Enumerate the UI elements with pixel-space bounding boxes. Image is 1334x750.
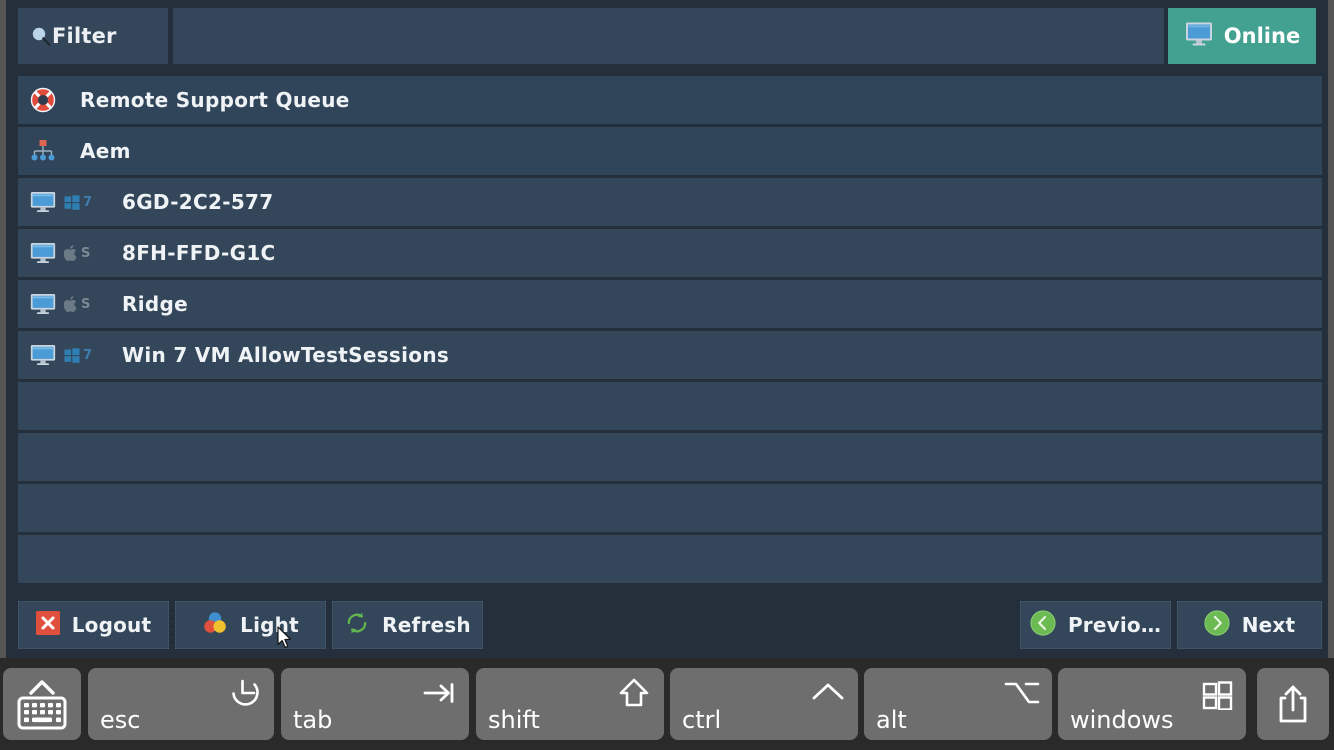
alt-key-label: alt [876,706,907,734]
monitor-icon [1184,21,1214,51]
os-version-label: S [81,296,91,312]
list-item-label: Ridge [122,292,188,316]
shift-key-label: shift [488,706,540,734]
list-item-empty[interactable] [18,484,1322,532]
tab-key[interactable]: tab [281,668,469,740]
refresh-button[interactable]: Refresh [332,601,483,649]
logout-button-label: Logout [71,613,152,637]
list-item-empty[interactable] [18,433,1322,481]
list-item-label: 6GD-2C2-577 [122,190,274,214]
online-status-button[interactable]: Online [1168,8,1316,64]
window-frame-right [1328,0,1334,658]
filter-button[interactable]: Filter [18,8,168,64]
next-page-button-label: Next [1241,613,1296,637]
apple-logo-icon: S [64,242,98,264]
escape-arrow-icon [224,676,264,710]
monitor-icon [30,240,56,266]
list-item-machine[interactable]: 7 Win 7 VM AllowTestSessions [18,331,1322,379]
list-item-label: Win 7 VM AllowTestSessions [122,343,450,367]
os-version-label: 7 [83,347,93,363]
device-list[interactable]: Remote Support Queue Aem 7 6GD-2C2-577 S… [18,76,1322,586]
chevron-left-circle-icon [1030,610,1056,640]
app-body: Filter Online Remote Support Queue Aem 7… [6,0,1328,658]
ctrl-key-label: ctrl [682,706,722,734]
chevron-right-circle-icon [1204,610,1230,640]
list-item-group[interactable]: Aem [18,127,1322,175]
keyboard-up-icon [11,677,73,731]
list-item-machine[interactable]: S Ridge [18,280,1322,328]
tab-key-label: tab [293,706,333,734]
previous-page-button-label: Previo… [1067,613,1162,637]
previous-page-button[interactable]: Previo… [1020,601,1171,649]
share-export-icon [1273,683,1313,725]
esc-key[interactable]: esc [88,668,274,740]
list-item-label: Remote Support Queue [80,88,350,112]
option-alt-icon [1002,676,1042,710]
filter-input[interactable] [173,8,1164,64]
list-item-group[interactable]: Remote Support Queue [18,76,1322,124]
os-version-label: S [81,245,91,261]
list-item-empty[interactable] [18,535,1322,583]
filter-button-label: Filter [52,24,117,48]
windows-logo-icon: 7 [64,191,98,213]
list-item-machine[interactable]: S 8FH-FFD-G1C [18,229,1322,277]
search-icon [30,25,52,47]
bottom-toolbar: Logout Light Refresh Previo… Next [18,601,1322,649]
online-status-label: Online [1223,24,1301,48]
tab-arrow-icon [419,676,459,710]
next-page-button[interactable]: Next [1177,601,1322,649]
color-circles-icon [202,610,228,640]
os-version-label: 7 [83,194,93,210]
keyboard-toggle-key[interactable] [3,668,81,740]
list-item-label: 8FH-FFD-G1C [122,241,276,265]
windows-key[interactable]: windows [1058,668,1246,740]
light-theme-button-label: Light [240,613,299,637]
lifebuoy-icon [30,87,56,113]
control-caret-icon [808,676,848,710]
monitor-icon [30,291,56,317]
refresh-button-label: Refresh [382,613,471,637]
shift-arrow-icon [614,676,654,710]
list-item-label: Aem [80,139,131,163]
share-key[interactable] [1257,668,1329,740]
esc-key-label: esc [100,706,141,734]
red-x-icon [35,611,60,639]
logout-button[interactable]: Logout [18,601,169,649]
windows-key-label: windows [1070,706,1174,734]
list-item-machine[interactable]: 7 6GD-2C2-577 [18,178,1322,226]
windows-logo-icon [1196,676,1236,711]
top-bar: Filter Online [6,8,1328,64]
light-theme-button[interactable]: Light [175,601,326,649]
monitor-icon [30,189,56,215]
app-window: Filter Online Remote Support Queue Aem 7… [0,0,1334,750]
shift-key[interactable]: shift [476,668,664,740]
monitor-icon [30,342,56,368]
list-item-empty[interactable] [18,382,1322,430]
refresh-icon [344,610,370,640]
ctrl-key[interactable]: ctrl [670,668,858,740]
windows-logo-icon: 7 [64,344,98,366]
network-tree-icon [30,138,56,164]
keyboard-accessory-bar: esc tab shift ctrl alt windows [0,658,1334,750]
apple-logo-icon: S [64,293,98,315]
alt-key[interactable]: alt [864,668,1052,740]
